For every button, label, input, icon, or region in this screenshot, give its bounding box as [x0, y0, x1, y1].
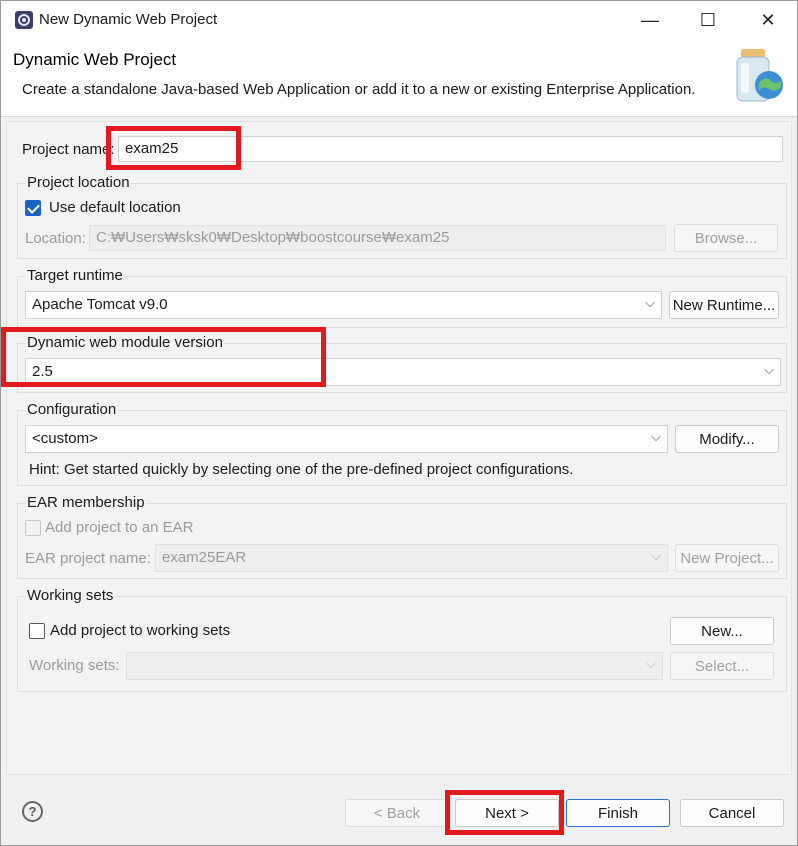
project-name-label: Project name: [22, 141, 115, 158]
configuration-hint: Hint: Get started quickly by selecting o… [29, 461, 574, 478]
configuration-select[interactable]: <custom> ⌵ [25, 425, 668, 453]
working-sets-select[interactable]: ⌵ [126, 652, 663, 680]
close-icon: ✕ [760, 9, 776, 30]
title-bar: New Dynamic Web Project — ☐ ✕ [1, 1, 797, 39]
button-bar: ? < Back Next > Finish Cancel [1, 777, 797, 845]
modify-button[interactable]: Modify... [675, 425, 779, 453]
new-runtime-button[interactable]: New Runtime... [669, 291, 779, 319]
minimize-button[interactable]: — [621, 1, 679, 39]
chevron-down-icon: ⌵ [645, 295, 655, 310]
help-icon[interactable]: ? [22, 801, 43, 822]
add-to-working-sets-checkbox[interactable] [29, 623, 45, 639]
target-runtime-value: Apache Tomcat v9.0 [32, 296, 168, 313]
wizard-content: Project name: exam25 Project location Us… [6, 121, 792, 775]
ear-membership-label: EAR membership [26, 494, 146, 511]
working-sets-field-label: Working sets: [29, 657, 120, 674]
highlight-module-version [1, 327, 326, 387]
eclipse-app-icon [14, 10, 34, 30]
ear-project-name-select[interactable]: exam25EAR ⌵ [155, 544, 668, 572]
back-button[interactable]: < Back [345, 799, 449, 827]
window-title: New Dynamic Web Project [39, 11, 218, 28]
ear-project-name-label: EAR project name: [25, 550, 151, 567]
cancel-button[interactable]: Cancel [680, 799, 784, 827]
maximize-button[interactable]: ☐ [679, 1, 737, 39]
chevron-down-icon: ⌵ [764, 362, 774, 377]
project-location-label: Project location [26, 174, 131, 191]
location-input[interactable]: C:₩Users₩sksk0₩Desktop₩boostcourse₩exam2… [89, 225, 666, 251]
minimize-icon: — [641, 9, 659, 30]
ear-project-name-value: exam25EAR [162, 549, 247, 566]
web-project-banner-icon [729, 45, 789, 107]
use-default-location-checkbox[interactable] [25, 200, 41, 216]
target-runtime-select[interactable]: Apache Tomcat v9.0 ⌵ [25, 291, 662, 319]
page-description: Create a standalone Java-based Web Appli… [22, 81, 696, 98]
highlight-next-button [445, 790, 564, 835]
add-to-working-sets-label: Add project to working sets [50, 622, 231, 639]
chevron-down-icon: ⌵ [651, 548, 661, 563]
configuration-value: <custom> [32, 430, 98, 447]
select-working-sets-button[interactable]: Select... [670, 652, 774, 680]
use-default-location-label: Use default location [49, 199, 181, 216]
location-label: Location: [25, 230, 86, 247]
working-sets-label: Working sets [26, 587, 115, 604]
new-project-button[interactable]: New Project... [675, 544, 779, 572]
wizard-header: Dynamic Web Project Create a standalone … [1, 39, 797, 117]
add-to-ear-label: Add project to an EAR [45, 519, 194, 536]
finish-button[interactable]: Finish [566, 799, 670, 827]
maximize-icon: ☐ [699, 9, 717, 30]
new-working-set-button[interactable]: New... [670, 617, 774, 645]
target-runtime-label: Target runtime [26, 267, 124, 284]
add-to-ear-checkbox[interactable] [25, 520, 41, 536]
browse-button[interactable]: Browse... [674, 224, 778, 252]
page-title: Dynamic Web Project [13, 50, 177, 69]
close-button[interactable]: ✕ [739, 1, 797, 39]
chevron-down-icon: ⌵ [651, 429, 661, 444]
highlight-project-name [106, 126, 241, 170]
chevron-down-icon: ⌵ [646, 656, 656, 671]
configuration-label: Configuration [26, 401, 118, 418]
